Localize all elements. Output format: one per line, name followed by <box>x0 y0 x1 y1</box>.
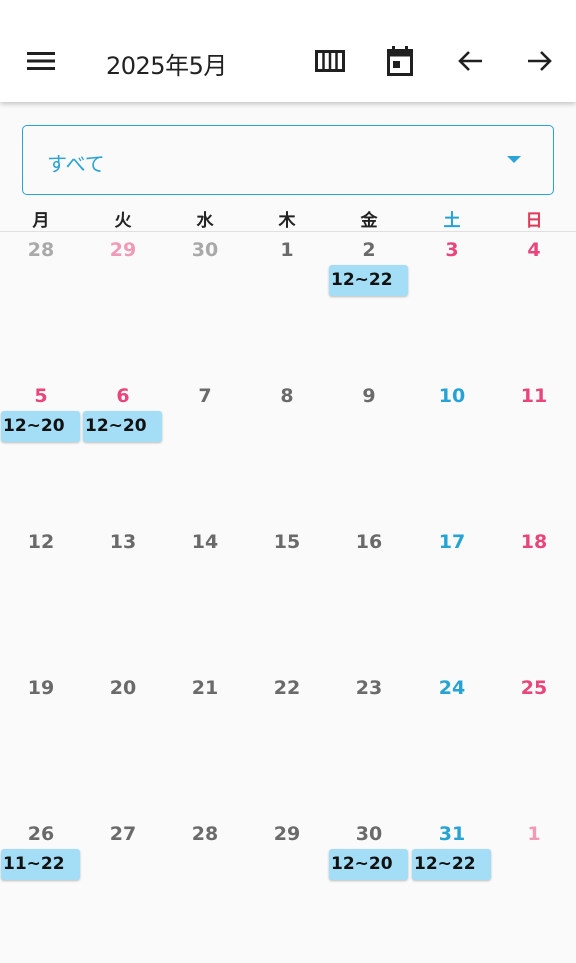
day-cell[interactable]: 14 <box>164 525 246 671</box>
day-number: 27 <box>109 823 137 845</box>
day-number: 21 <box>191 677 219 699</box>
day-cell[interactable]: 1 <box>493 817 575 963</box>
day-number: 18 <box>520 531 548 553</box>
day-cell[interactable]: 21 <box>164 671 246 817</box>
day-number: 14 <box>191 531 219 553</box>
day-cell[interactable]: 28 <box>0 233 82 379</box>
day-number: 22 <box>273 677 301 699</box>
day-number: 7 <box>198 385 212 407</box>
shift-event-chip[interactable]: 12~22 <box>329 265 408 296</box>
day-cell[interactable]: 30 12~20 <box>328 817 410 963</box>
day-cell[interactable]: 22 <box>246 671 328 817</box>
next-month-button[interactable] <box>517 38 563 84</box>
day-number: 5 <box>34 385 48 407</box>
day-number: 2 <box>362 239 376 261</box>
weekday-thu: 木 <box>278 211 296 231</box>
day-number: 24 <box>438 677 466 699</box>
day-number: 28 <box>191 823 219 845</box>
day-cell[interactable]: 5 12~20 <box>0 379 82 525</box>
day-cell[interactable]: 1 <box>246 233 328 379</box>
day-number: 16 <box>355 531 383 553</box>
menu-button[interactable] <box>18 38 64 84</box>
filter-select[interactable]: すべて <box>22 125 554 195</box>
dropdown-arrow-icon <box>507 156 521 163</box>
day-cell[interactable]: 8 <box>246 379 328 525</box>
day-number: 17 <box>438 531 466 553</box>
day-cell[interactable]: 4 <box>493 233 575 379</box>
arrow-back-icon <box>458 51 482 71</box>
weekday-sat: 土 <box>443 211 461 231</box>
day-number: 6 <box>116 385 130 407</box>
day-number: 1 <box>280 239 294 261</box>
day-number: 26 <box>27 823 55 845</box>
weekday-wed: 水 <box>196 211 214 231</box>
week-view-icon <box>315 50 345 72</box>
app-bar: 2025年5月 <box>0 0 576 102</box>
shift-event-chip[interactable]: 12~20 <box>329 849 408 880</box>
day-cell[interactable]: 3 <box>411 233 493 379</box>
shift-event-chip[interactable]: 12~20 <box>1 411 80 442</box>
day-number: 10 <box>438 385 466 407</box>
day-cell[interactable]: 16 <box>328 525 410 671</box>
day-cell[interactable]: 12 <box>0 525 82 671</box>
day-cell[interactable]: 29 <box>82 233 164 379</box>
day-number: 29 <box>109 239 137 261</box>
day-number: 30 <box>191 239 219 261</box>
day-cell[interactable]: 7 <box>164 379 246 525</box>
day-cell[interactable]: 13 <box>82 525 164 671</box>
day-number: 19 <box>27 677 55 699</box>
day-number: 15 <box>273 531 301 553</box>
menu-icon <box>27 52 55 70</box>
day-cell[interactable]: 31 12~22 <box>411 817 493 963</box>
day-number: 4 <box>527 239 541 261</box>
weekday-header: 月 火 水 木 金 土 日 <box>0 204 576 232</box>
weekday-tue: 火 <box>114 211 132 231</box>
day-cell[interactable]: 20 <box>82 671 164 817</box>
day-cell[interactable]: 25 <box>493 671 575 817</box>
filter-selected-value: すべて <box>47 152 105 176</box>
arrow-forward-icon <box>528 51 552 71</box>
day-cell[interactable]: 18 <box>493 525 575 671</box>
day-number: 3 <box>445 239 459 261</box>
day-cell[interactable]: 15 <box>246 525 328 671</box>
day-cell[interactable]: 19 <box>0 671 82 817</box>
day-number: 11 <box>520 385 548 407</box>
day-cell[interactable]: 26 11~22 <box>0 817 82 963</box>
weekday-sun: 日 <box>525 211 543 231</box>
day-cell[interactable]: 23 <box>328 671 410 817</box>
day-cell[interactable]: 30 <box>164 233 246 379</box>
day-cell[interactable]: 6 12~20 <box>82 379 164 525</box>
week-view-button[interactable] <box>307 38 353 84</box>
day-number: 25 <box>520 677 548 699</box>
day-number: 20 <box>109 677 137 699</box>
day-number: 28 <box>27 239 55 261</box>
day-cell[interactable]: 17 <box>411 525 493 671</box>
shift-event-chip[interactable]: 11~22 <box>1 849 80 880</box>
day-number: 8 <box>280 385 294 407</box>
day-number: 9 <box>362 385 376 407</box>
day-cell[interactable]: 2 12~22 <box>328 233 410 379</box>
day-cell[interactable]: 11 <box>493 379 575 525</box>
day-cell[interactable]: 10 <box>411 379 493 525</box>
today-icon <box>387 46 413 76</box>
weekday-fri: 金 <box>360 211 378 231</box>
day-number: 31 <box>438 823 466 845</box>
day-number: 12 <box>27 531 55 553</box>
day-cell[interactable]: 29 <box>246 817 328 963</box>
shift-event-chip[interactable]: 12~20 <box>83 411 162 442</box>
today-button[interactable] <box>377 38 423 84</box>
day-cell[interactable]: 28 <box>164 817 246 963</box>
day-number: 1 <box>527 823 541 845</box>
day-number: 13 <box>109 531 137 553</box>
day-number: 23 <box>355 677 383 699</box>
day-cell[interactable]: 27 <box>82 817 164 963</box>
day-number: 30 <box>355 823 383 845</box>
shift-event-chip[interactable]: 12~22 <box>412 849 491 880</box>
previous-month-button[interactable] <box>447 38 493 84</box>
month-title[interactable]: 2025年5月 <box>106 46 227 81</box>
day-number: 29 <box>273 823 301 845</box>
day-cell[interactable]: 9 <box>328 379 410 525</box>
weekday-mon: 月 <box>32 211 50 231</box>
day-cell[interactable]: 24 <box>411 671 493 817</box>
